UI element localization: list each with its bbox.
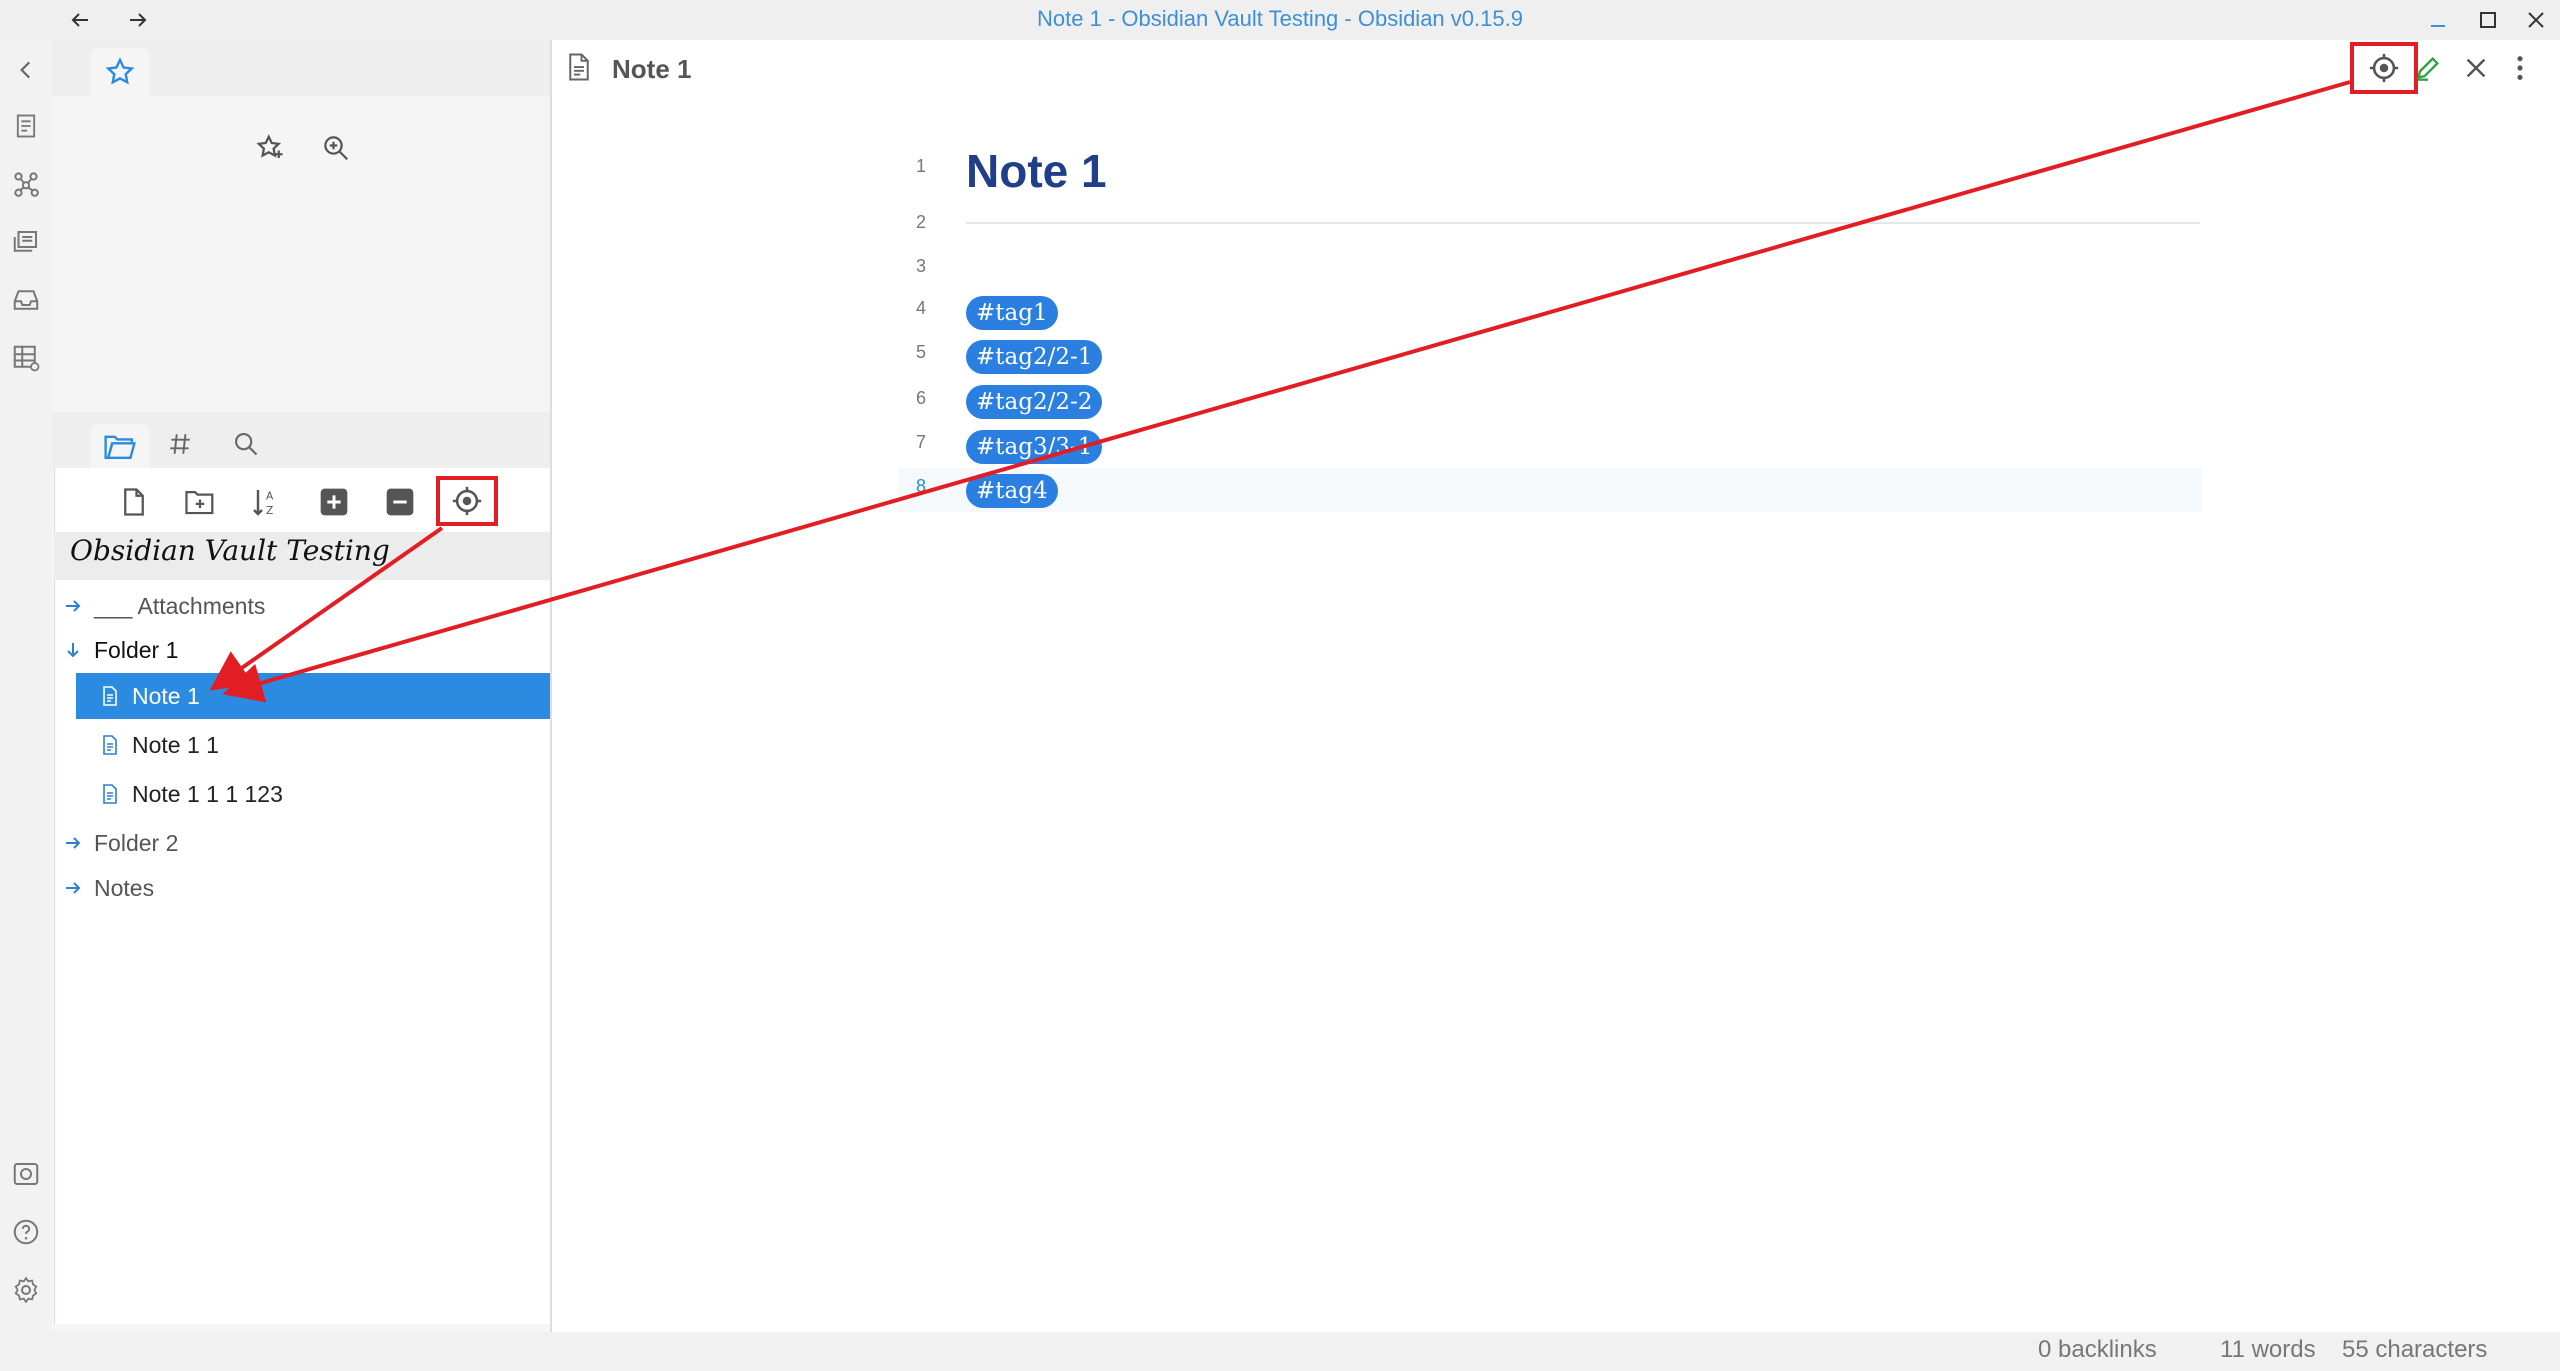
window-title: Note 1 - Obsidian Vault Testing - Obsidi… (1037, 6, 1523, 31)
tab-tags[interactable] (156, 420, 204, 468)
graph-icon[interactable] (6, 164, 46, 204)
line-number: 6 (915, 388, 926, 408)
sort-icon[interactable]: AZ (242, 478, 290, 526)
heading-divider (966, 222, 2200, 224)
editor-tab-title: Note 1 (612, 54, 692, 84)
tree-label: Notes (94, 874, 155, 901)
new-folder-icon[interactable] (176, 478, 224, 526)
tab-file-explorer[interactable] (90, 424, 150, 468)
line-number: 4 (915, 298, 926, 318)
character-count: 55 characters (2342, 1336, 2488, 1363)
search-icon (232, 430, 260, 458)
tab-search[interactable] (222, 420, 270, 468)
word-count: 11 words (2220, 1336, 2316, 1363)
left-ribbon (0, 40, 52, 1332)
table-icon[interactable] (6, 338, 46, 378)
tree-folder-folder-1[interactable]: Folder 1 (60, 628, 550, 672)
arrow-down-icon (60, 641, 86, 659)
file-icon (92, 686, 128, 706)
editor-pane[interactable] (550, 98, 2560, 1332)
note-heading: Note 1 (966, 145, 1107, 197)
minimize-icon[interactable] (2418, 0, 2458, 40)
reveal-active-file-icon (2367, 51, 2401, 85)
svg-text:A: A (266, 489, 274, 502)
reveal-active-file-icon (450, 484, 484, 518)
line-number: 3 (915, 256, 926, 276)
tree-file-note-1-1[interactable]: Note 1 1 (76, 723, 550, 767)
svg-text:Z: Z (266, 504, 273, 517)
document-icon (566, 52, 592, 82)
tree-label: Folder 1 (94, 636, 179, 663)
line-number: 8 (915, 476, 926, 496)
arrow-right-icon (60, 834, 86, 852)
tag-pill[interactable]: #tag2/2-1 (966, 340, 1103, 374)
edit-pencil-icon[interactable] (2404, 44, 2452, 92)
starred-pane (52, 40, 550, 412)
tag-pill[interactable]: #tag3/3-1 (966, 430, 1103, 464)
active-line-highlight (898, 468, 2202, 512)
editor-header (550, 40, 2560, 98)
help-icon[interactable] (6, 1212, 46, 1252)
tree-file-note-1[interactable]: Note 1 (76, 673, 550, 719)
slides-icon[interactable] (6, 222, 46, 262)
maximize-icon[interactable] (2468, 0, 2508, 40)
more-options-icon[interactable] (2496, 44, 2544, 92)
tag-pill[interactable]: #tag1 (966, 296, 1058, 330)
tree-label: Note 1 1 (132, 731, 219, 758)
collapse-icon[interactable] (6, 50, 46, 90)
tree-label: Note 1 1 1 123 (132, 780, 283, 807)
vault-name[interactable]: Obsidian Vault Testing (70, 534, 390, 582)
tree-folder-folder-2[interactable]: Folder 2 (60, 821, 550, 865)
tag-pill[interactable]: #tag4 (966, 474, 1058, 508)
hash-icon (167, 431, 193, 457)
file-icon (92, 735, 128, 755)
tag-pill[interactable]: #tag2/2-2 (966, 385, 1103, 419)
arrow-right-icon (60, 879, 86, 897)
status-bar (0, 1332, 2560, 1371)
vault-icon[interactable] (6, 1154, 46, 1194)
arrow-right-icon (60, 597, 86, 615)
new-note-icon[interactable] (110, 478, 158, 526)
star-icon (104, 56, 136, 88)
line-number: 5 (915, 342, 926, 362)
close-icon[interactable] (2516, 0, 2556, 40)
collapse-all-icon[interactable] (376, 478, 424, 526)
folder-open-icon (103, 431, 137, 461)
file-icon (92, 784, 128, 804)
tree-label: Note 1 (132, 682, 200, 709)
line-number: 2 (915, 212, 926, 232)
settings-icon[interactable] (6, 1270, 46, 1310)
reveal-active-file-button[interactable] (436, 476, 498, 526)
tree-file-note-1-1-1-123[interactable]: Note 1 1 1 123 (76, 772, 550, 816)
tree-folder-notes[interactable]: Notes (60, 866, 550, 910)
backlinks-count[interactable]: 0 backlinks (2038, 1336, 2157, 1364)
zoom-in-icon[interactable] (312, 124, 360, 172)
line-number: 1 (915, 156, 926, 176)
file-icon[interactable] (6, 106, 46, 146)
title-bar: Note 1 - Obsidian Vault Testing - Obsidi… (0, 0, 2560, 40)
star-plus-icon[interactable] (246, 124, 294, 172)
line-number: 7 (915, 432, 926, 452)
inbox-icon[interactable] (6, 280, 46, 320)
close-icon[interactable] (2452, 44, 2500, 92)
tab-starred[interactable] (90, 48, 150, 96)
expand-all-icon[interactable] (310, 478, 358, 526)
tree-folder-attachments[interactable]: ___ Attachments (60, 584, 550, 628)
tree-label: Folder 2 (94, 829, 179, 856)
tree-label: ___ Attachments (94, 592, 266, 619)
